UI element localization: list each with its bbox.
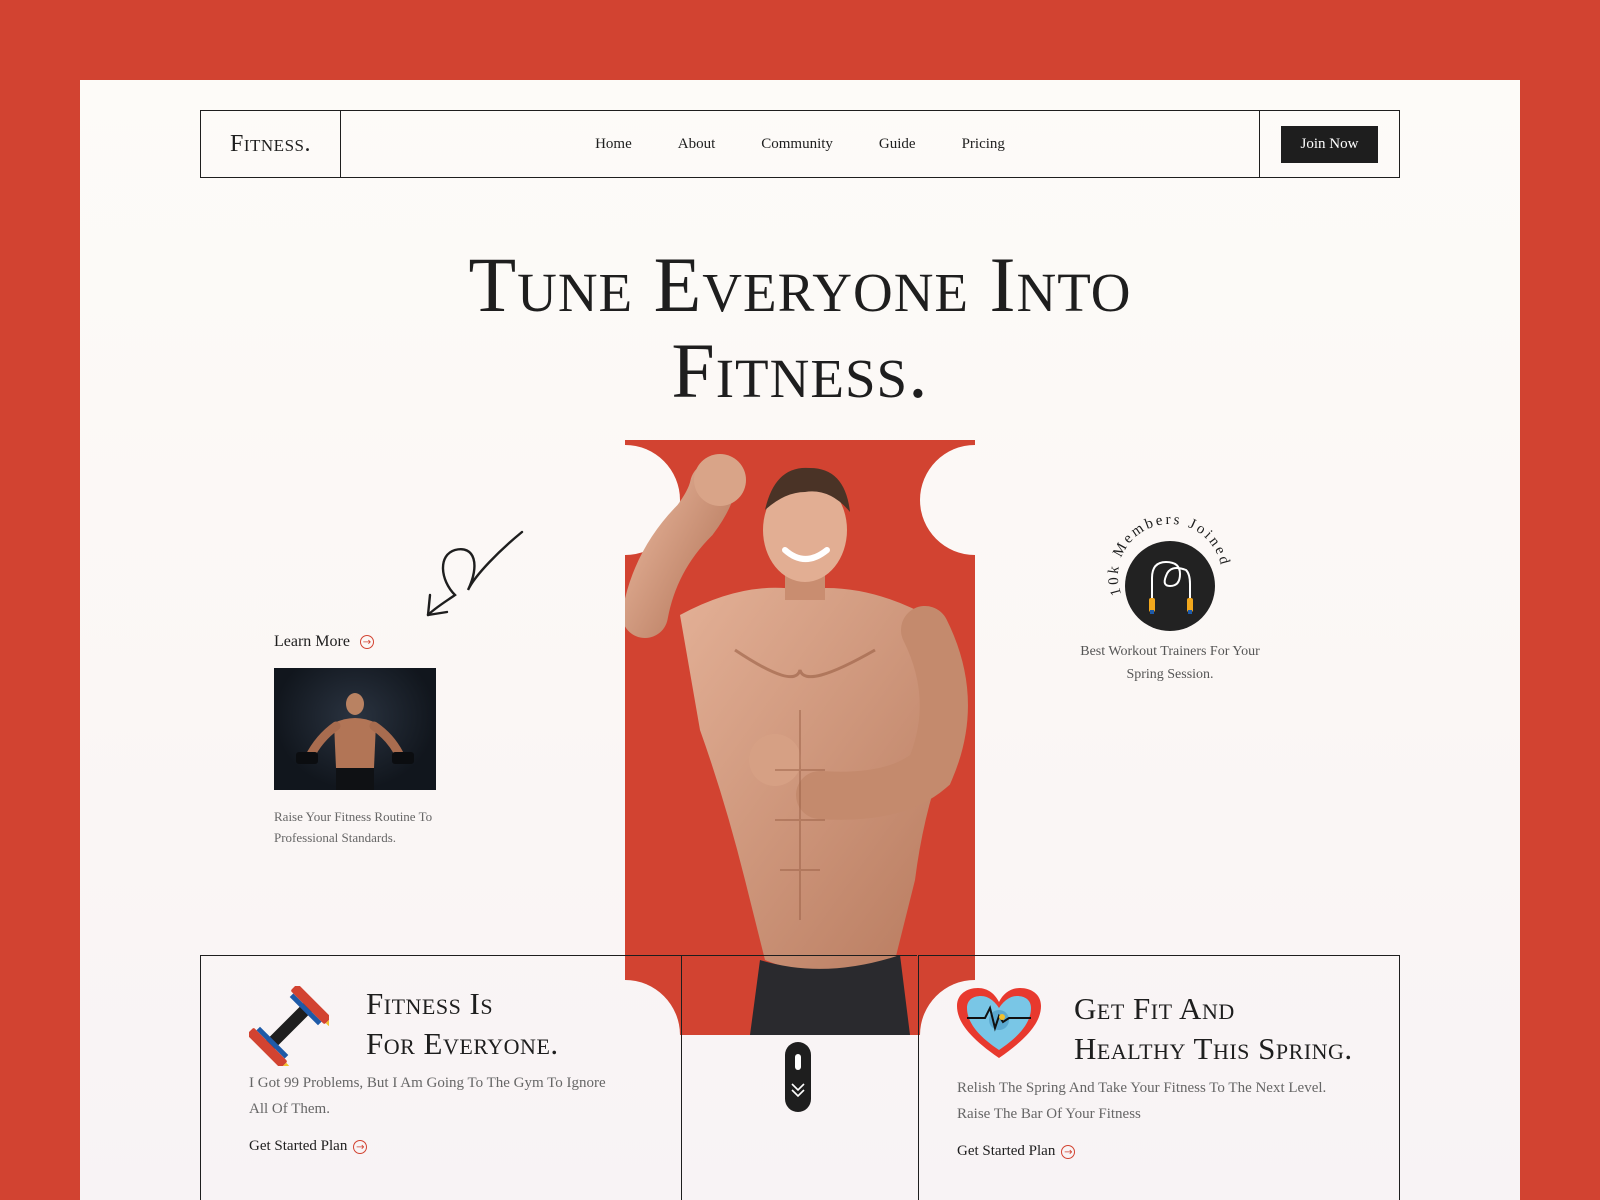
logo[interactable]: Fitness. <box>201 111 341 177</box>
nav-link-guide[interactable]: Guide <box>879 136 916 153</box>
panel-left-cta-label: Get Started Plan <box>249 1138 348 1154</box>
bodybuilder-thumbnail-icon <box>296 693 414 790</box>
panel-left-cta[interactable]: Get Started Plan → <box>249 1138 368 1155</box>
right-description: Best Workout Trainers For Your Spring Se… <box>1080 644 1260 682</box>
panel-center <box>681 955 917 1200</box>
scroll-down-indicator[interactable] <box>785 1042 811 1112</box>
hero-title-line1: Tune Everyone Into <box>468 241 1132 328</box>
panel-right-title: Get Fit And Healthy This Spring. <box>1074 989 1353 1069</box>
join-now-button[interactable]: Join Now <box>1280 125 1379 163</box>
panel-left-title-line1: Fitness Is <box>366 986 494 1021</box>
curly-arrow-icon <box>426 530 524 617</box>
learn-more-label: Learn More <box>274 633 350 650</box>
page-card: Fitness. Home About Community Guide Pric… <box>80 80 1520 1200</box>
panel-healthy-spring: Get Fit And Healthy This Spring. Relish … <box>918 955 1400 1200</box>
nav-link-pricing[interactable]: Pricing <box>962 136 1005 153</box>
learn-more-link[interactable]: Learn More → <box>274 633 374 651</box>
panel-right-cta-label: Get Started Plan <box>957 1143 1056 1159</box>
nav-menu: Home About Community Guide Pricing <box>341 111 1259 177</box>
hero-title-line2: Fitness. <box>671 327 929 414</box>
hero-title: Tune Everyone Into Fitness. <box>300 242 1300 414</box>
panel-left-text: I Got 99 Problems, But I Am Going To The… <box>249 1075 606 1117</box>
nav-link-home[interactable]: Home <box>595 136 632 153</box>
nav-link-about[interactable]: About <box>678 136 716 153</box>
heart-pulse-icon <box>957 988 1041 1058</box>
dumbbell-icon <box>249 986 329 1066</box>
nav-link-community[interactable]: Community <box>761 136 833 153</box>
top-nav: Fitness. Home About Community Guide Pric… <box>200 110 1400 178</box>
scroll-dot <box>795 1054 801 1070</box>
panel-left-title: Fitness Is For Everyone. <box>366 984 559 1064</box>
chevron-down-icon <box>791 1083 805 1098</box>
circle-arrow-icon: → <box>359 635 374 649</box>
workout-thumbnail[interactable] <box>274 668 436 790</box>
panel-right-title-line1: Get Fit And <box>1074 991 1235 1026</box>
panel-left-title-line2: For Everyone. <box>366 1026 559 1061</box>
circle-arrow-icon: → <box>1061 1144 1076 1159</box>
panel-right-text: Relish The Spring And Take Your Fitness … <box>957 1080 1327 1122</box>
left-description: Raise Your Fitness Routine To Profession… <box>274 809 433 845</box>
hero-image <box>625 440 975 1035</box>
feature-panels: Fitness Is For Everyone. I Got 99 Proble… <box>200 955 1400 1200</box>
members-badge: 10k Members Joined <box>1106 512 1231 631</box>
panel-fitness-everyone: Fitness Is For Everyone. I Got 99 Proble… <box>200 955 682 1200</box>
panel-right-title-line2: Healthy This Spring. <box>1074 1031 1353 1066</box>
circle-arrow-icon: → <box>353 1139 368 1154</box>
join-container: Join Now <box>1259 111 1399 177</box>
panel-right-cta[interactable]: Get Started Plan → <box>957 1143 1076 1160</box>
